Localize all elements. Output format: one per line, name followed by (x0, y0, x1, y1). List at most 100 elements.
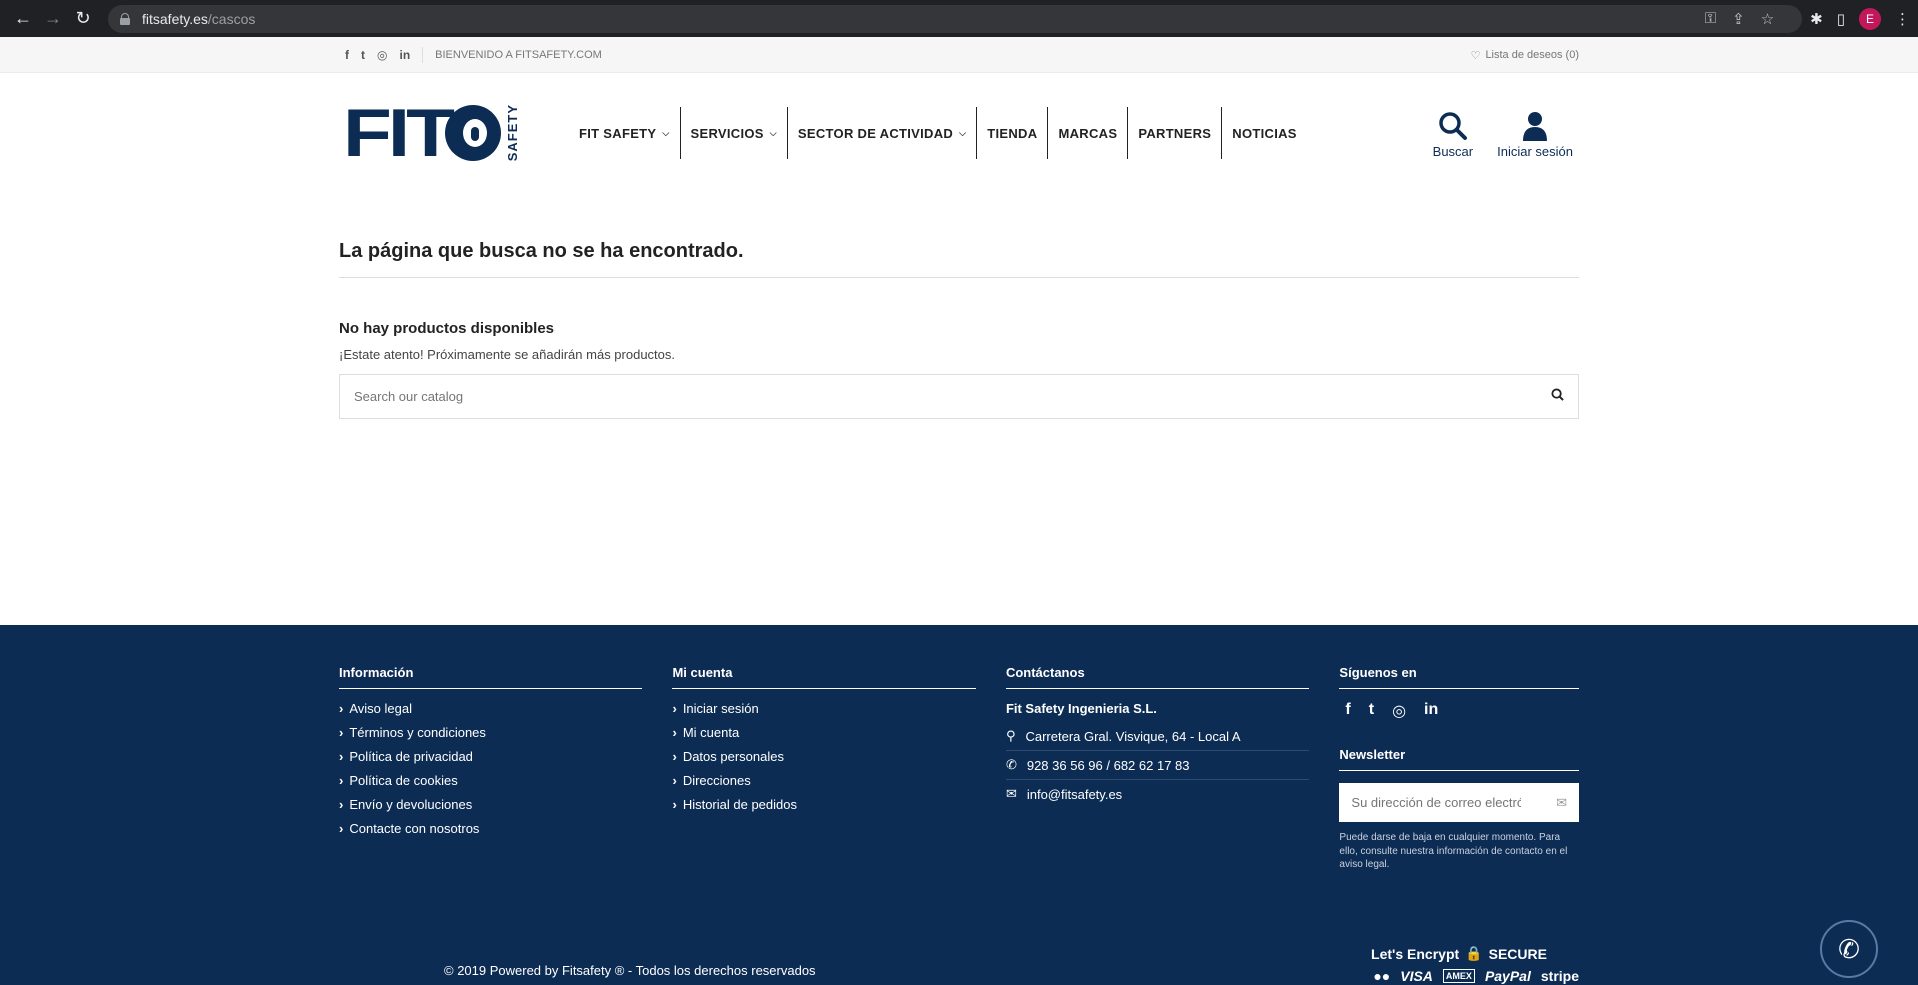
chevron-down-icon: ⌵ (769, 127, 777, 138)
facebook-icon[interactable]: f (345, 48, 349, 62)
forward-icon[interactable]: → (38, 4, 68, 34)
koala-logo-icon (444, 105, 501, 161)
footer-link[interactable]: Historial de pedidos (672, 797, 975, 812)
footer-contact-title: Contáctanos (1005, 665, 1310, 689)
extensions-icon[interactable]: ✱ (1810, 10, 1823, 28)
url-domain: fitsafety.es (142, 10, 208, 27)
browser-toolbar: ← → ↻ fitsafety.es/cascos ⚿ ⇪ ☆ ✱ ▯ E ⋮ (0, 0, 1918, 37)
footer-link[interactable]: Términos y condiciones (339, 725, 642, 740)
envelope-icon: ✉ (1005, 786, 1017, 801)
sidepanel-icon[interactable]: ▯ (1837, 10, 1845, 28)
reload-icon[interactable]: ↻ (68, 4, 98, 34)
phone-icon: ✆ (1005, 757, 1017, 772)
footer-link[interactable]: Política de privacidad (339, 749, 642, 764)
share-icon[interactable]: ⇪ (1732, 10, 1745, 28)
map-pin-icon: ⚲ (1005, 728, 1016, 743)
whatsapp-icon: ✆ (1838, 933, 1860, 964)
url-path: /cascos (207, 10, 256, 27)
catalog-search-input[interactable] (354, 389, 1551, 404)
contact-email[interactable]: info@fitsafety.es (1027, 787, 1122, 802)
star-icon[interactable]: ☆ (1761, 10, 1774, 28)
nav-item-sector[interactable]: SECTOR DE ACTIVIDAD ⌵ (788, 107, 978, 159)
nav-item-marcas[interactable]: MARCAS (1048, 107, 1129, 159)
newsletter-note: Puede darse de baja en cualquier momento… (1339, 832, 1568, 870)
topbar: f t ◎ in BIENVENIDO A FITSAFETY.COM ♡ Li… (0, 37, 1918, 73)
nav-item-fit-safety[interactable]: FIT SAFETY ⌵ (569, 107, 681, 159)
page-title: La página que busca no se ha encontrado. (339, 193, 1579, 278)
stripe-logo: stripe (1540, 968, 1579, 984)
footer-follow: Síguenos en f t ◎ in Newsletter ✉ Puede … (1339, 665, 1579, 872)
newsletter-form: ✉ (1339, 783, 1579, 822)
site-logo[interactable]: FIT SAFETY (343, 93, 563, 173)
footer-link[interactable]: Envío y devoluciones (339, 797, 642, 812)
footer-link[interactable]: Iniciar sesión (672, 701, 975, 716)
footer-link[interactable]: Mi cuenta (672, 725, 975, 740)
footer-info: Información Aviso legal Términos y condi… (339, 665, 643, 872)
contact-address: Carretera Gral. Visvique, 64 - Local A (1025, 728, 1241, 744)
no-products-message: ¡Estate atento! Próximamente se añadirán… (339, 347, 676, 362)
whatsapp-button[interactable]: ✆ (1820, 920, 1878, 978)
wishlist-link[interactable]: ♡ Lista de deseos (0) (1471, 49, 1579, 62)
twitter-icon[interactable]: t (361, 48, 365, 62)
logo-sub: SAFETY (504, 104, 520, 162)
company-name: Fit Safety Ingenieria S.L. (1005, 701, 1157, 716)
key-icon[interactable]: ⚿ (1705, 10, 1716, 28)
user-icon (1522, 108, 1548, 144)
main-nav: FIT SAFETY ⌵ SERVICIOS ⌵ SECTOR DE ACTIVID… (569, 107, 1307, 159)
secure-label: SECURE (1488, 945, 1547, 962)
copyright: © 2019 Powered by Fitsafety ® - Todos lo… (444, 963, 816, 978)
paypal-logo: PayPal (1484, 968, 1531, 984)
instagram-icon[interactable]: ◎ (1392, 701, 1406, 721)
footer-follow-title: Síguenos en (1339, 665, 1579, 689)
instagram-icon[interactable]: ◎ (377, 48, 387, 62)
chevron-down-icon: ⌵ (662, 127, 670, 138)
footer-link[interactable]: Contacte con nosotros (339, 821, 642, 836)
footer-link[interactable]: Política de cookies (339, 773, 642, 788)
search-icon (1438, 108, 1468, 144)
newsletter-email-input[interactable] (1351, 795, 1522, 810)
search-button[interactable]: Buscar (1433, 108, 1473, 159)
newsletter-title: Newsletter (1339, 747, 1579, 771)
logo-text: FIT (343, 94, 455, 171)
login-label: Iniciar sesión (1497, 143, 1573, 159)
site-footer: Información Aviso legal Términos y condi… (0, 625, 1918, 985)
contact-phone: 928 36 56 96 / 682 62 17 83 (1026, 757, 1190, 773)
send-icon[interactable]: ✉ (1556, 795, 1567, 811)
linkedin-icon[interactable]: in (399, 48, 410, 62)
amex-icon: AMEX (1442, 969, 1475, 983)
chevron-down-icon: ⌵ (959, 127, 967, 138)
footer-account-title: Mi cuenta (672, 665, 976, 689)
twitter-icon[interactable]: t (1369, 701, 1374, 721)
facebook-icon[interactable]: f (1345, 701, 1350, 721)
shield-check-icon: 🔒 (1465, 945, 1483, 961)
nav-item-tienda[interactable]: TIENDA (977, 107, 1049, 159)
nav-item-servicios[interactable]: SERVICIOS ⌵ (681, 107, 788, 159)
mastercard-icon: ●● (1373, 968, 1391, 984)
nav-item-noticias[interactable]: NOTICIAS (1222, 107, 1307, 159)
main-content: La página que busca no se ha encontrado.… (0, 193, 1918, 625)
catalog-search (339, 374, 1579, 419)
site-header: FIT SAFETY FIT SAFETY ⌵ SERVICIOS ⌵ SECTOR… (0, 73, 1918, 193)
login-button[interactable]: Iniciar sesión (1497, 108, 1573, 159)
footer-link[interactable]: Datos personales (672, 749, 975, 764)
security-badges: Let's Encrypt 🔒 SECURE ●● VISA AMEX PayP… (1339, 945, 1579, 984)
search-icon[interactable] (1551, 387, 1564, 406)
address-bar[interactable]: fitsafety.es/cascos ⚿ ⇪ ☆ (108, 4, 1803, 33)
footer-link[interactable]: Aviso legal (339, 701, 642, 716)
footer-link[interactable]: Direcciones (672, 773, 975, 788)
menu-icon[interactable]: ⋮ (1895, 10, 1910, 28)
lock-icon (120, 12, 130, 25)
footer-account: Mi cuenta Iniciar sesión Mi cuenta Datos… (672, 665, 976, 872)
linkedin-icon[interactable]: in (1424, 701, 1438, 721)
lets-encrypt-badge: Let's Encrypt (1371, 945, 1460, 962)
back-icon[interactable]: ← (8, 4, 38, 34)
footer-contact: Contáctanos Fit Safety Ingenieria S.L. ⚲… (1005, 665, 1310, 872)
heart-icon: ♡ (1470, 49, 1481, 62)
visa-logo: VISA (1400, 968, 1433, 984)
wishlist-label: Lista de deseos (0) (1485, 49, 1579, 61)
profile-avatar[interactable]: E (1859, 7, 1881, 30)
no-products-heading: No hay productos disponibles (339, 320, 555, 337)
footer-info-title: Información (339, 665, 643, 689)
nav-item-partners[interactable]: PARTNERS (1128, 107, 1223, 159)
welcome-text: BIENVENIDO A FITSAFETY.COM (435, 49, 602, 61)
